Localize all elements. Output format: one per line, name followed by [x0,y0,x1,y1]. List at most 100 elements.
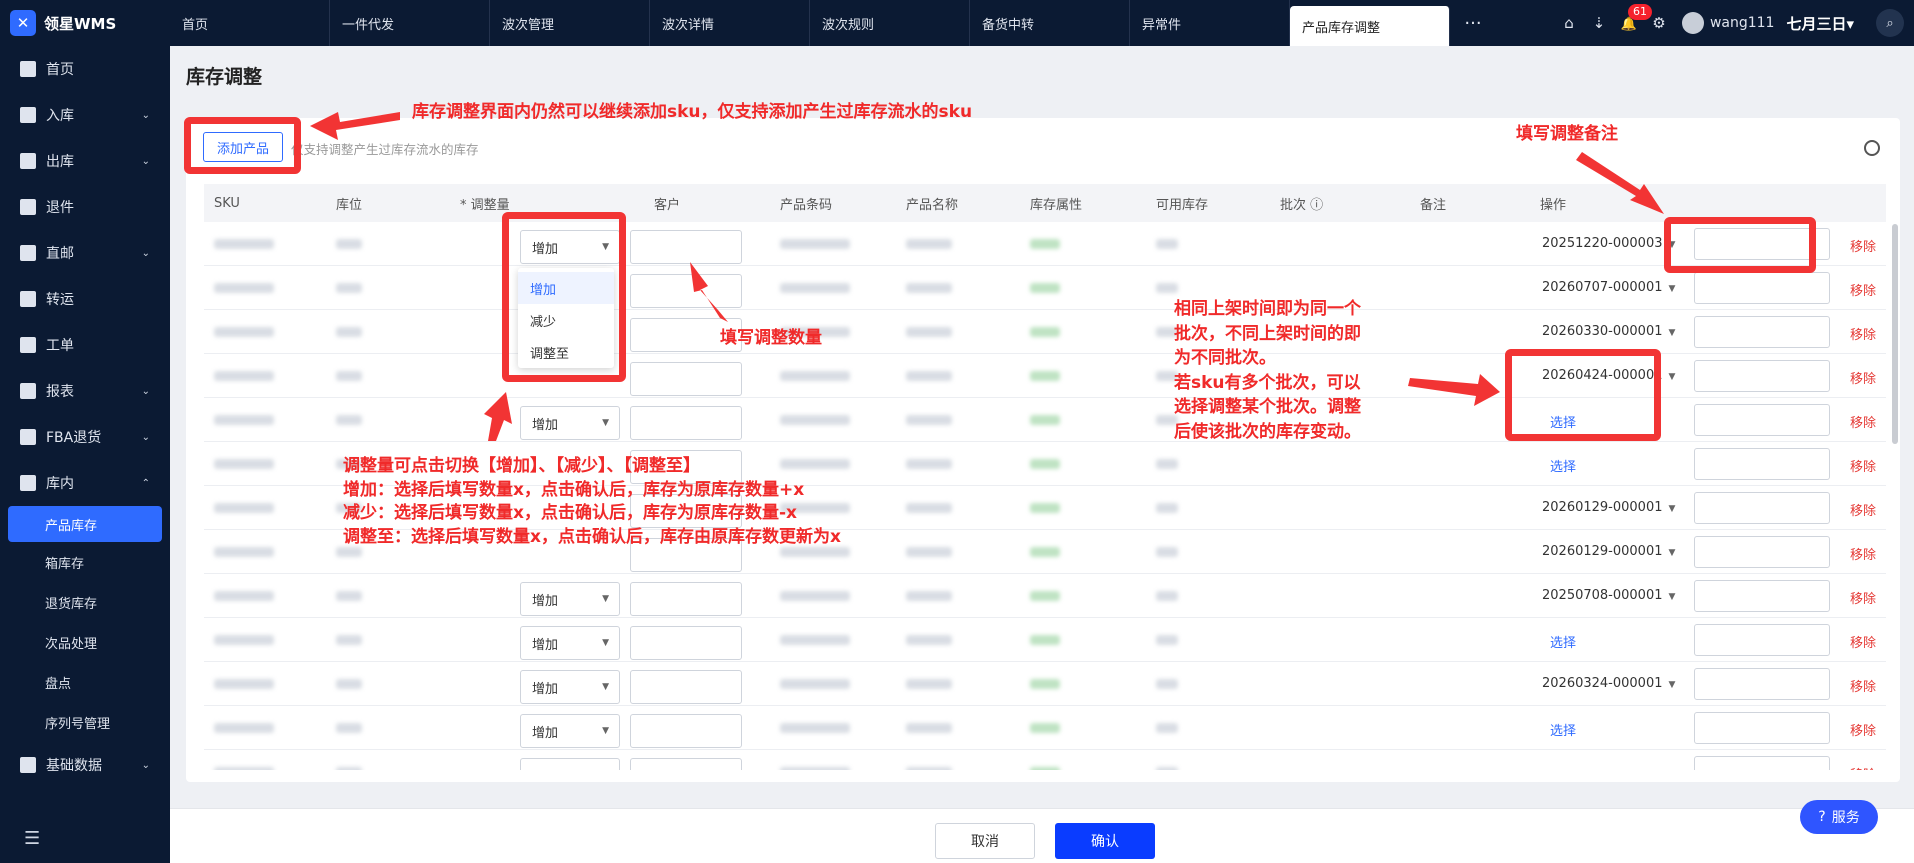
remove-link[interactable]: 移除 [1850,456,1876,475]
search-icon[interactable]: ⌕ [1876,9,1904,37]
batch-select[interactable]: 20260424-000001 ▼ [1542,368,1675,383]
sidebar-item-6[interactable]: 工单 [0,322,170,368]
sidebar-item-0[interactable]: 首页 [0,46,170,92]
dropdown-option-0[interactable]: 增加 [518,272,614,304]
batch-select[interactable]: 20250708-000001 ▼ [1542,588,1675,603]
confirm-button[interactable]: 确认 [1055,823,1155,859]
batch-select[interactable]: 20251220-000003 ▼ [1542,236,1675,251]
select-batch-link[interactable]: 选择 [1550,412,1576,431]
tab-7[interactable]: 产品库存调整 [1290,6,1450,46]
sidebar-item-9[interactable]: 库内 ⌃ [0,460,170,506]
remove-link[interactable]: 移除 [1850,720,1876,739]
dropdown-option-2[interactable]: 调整至 [518,336,614,368]
chevron-icon: ⌄ [141,431,150,443]
sidebar-item-7[interactable]: 报表 ⌄ [0,368,170,414]
adjust-type-select[interactable]: 增加▼ [520,230,620,264]
settings-icon[interactable]: ⚙ [1644,14,1674,32]
cancel-button[interactable]: 取消 [935,823,1035,859]
remark-input[interactable] [1694,272,1830,304]
remove-link[interactable]: 移除 [1850,280,1876,299]
remark-input[interactable] [1694,624,1830,656]
dropdown-option-1[interactable]: 减少 [518,304,614,336]
download-icon[interactable]: ⇣ [1584,14,1614,32]
remove-link[interactable]: 移除 [1850,676,1876,695]
more-tabs-icon[interactable]: ··· [1450,0,1496,46]
remark-input[interactable] [1694,448,1830,480]
quantity-input[interactable] [630,406,742,440]
batch-select[interactable]: 20260129-000001 ▼ [1542,500,1675,515]
batch-select[interactable]: 20260330-000001 ▼ [1542,324,1675,339]
adjust-type-select[interactable]: 增加▼ [520,626,620,660]
tab-0[interactable]: 首页 [170,0,330,46]
remove-link[interactable]: 移除 [1850,764,1876,770]
sidebar-item-1[interactable]: 入库 ⌄ [0,92,170,138]
remove-link[interactable]: 移除 [1850,544,1876,563]
tab-2[interactable]: 波次管理 [490,0,650,46]
column-settings-icon[interactable] [1864,140,1880,156]
remove-link[interactable]: 移除 [1850,632,1876,651]
remark-input[interactable] [1694,316,1830,348]
sidebar-subitem-4[interactable]: 盘点 [0,662,170,702]
service-button[interactable]: ? 服务 [1800,800,1878,834]
remark-input[interactable] [1694,668,1830,700]
adjust-type-select[interactable]: 增加▼ [520,582,620,616]
date-selector[interactable]: 七月三日▾ [1786,13,1854,34]
tab-4[interactable]: 波次规则 [810,0,970,46]
sidebar-item-base-data[interactable]: 基础数据 ⌄ [0,742,170,788]
tab-6[interactable]: 异常件 [1130,0,1290,46]
tab-3[interactable]: 波次详情 [650,0,810,46]
quantity-input[interactable] [630,714,742,748]
sidebar-item-8[interactable]: FBA退货 ⌄ [0,414,170,460]
adjust-type-select[interactable]: 增加▼ [520,670,620,704]
user-menu[interactable]: wang111 [1681,12,1774,34]
remark-input[interactable] [1694,404,1830,436]
adjust-type-select[interactable]: 增加▼ [520,714,620,748]
inbox-icon[interactable]: ⌂ [1554,14,1584,32]
remove-link[interactable]: 移除 [1850,500,1876,519]
tab-1[interactable]: 一件代发 [330,0,490,46]
sidebar-item-5[interactable]: 转运 [0,276,170,322]
batch-select[interactable]: 20260129-000001 ▼ [1542,544,1675,559]
remove-link[interactable]: 移除 [1850,368,1876,387]
sidebar-subitem-3[interactable]: 次品处理 [0,622,170,662]
remove-link[interactable]: 移除 [1850,588,1876,607]
outbound-icon [20,153,36,169]
batch-select[interactable]: 20260324-000001 ▼ [1542,676,1675,691]
remove-link[interactable]: 移除 [1850,412,1876,431]
tab-5[interactable]: 备货中转 [970,0,1130,46]
remark-input[interactable] [1694,360,1830,392]
add-product-button[interactable]: 添加产品 [203,132,283,162]
table-scrollbar[interactable] [1892,224,1898,444]
remark-input[interactable] [1694,756,1830,770]
sidebar-subitem-0[interactable]: 产品库存 [8,506,162,542]
quantity-input[interactable] [630,230,742,264]
quantity-input[interactable] [630,670,742,704]
quantity-input[interactable] [630,758,742,770]
sidebar-subitem-1[interactable]: 箱库存 [0,542,170,582]
remove-link[interactable]: 移除 [1850,236,1876,255]
adjust-type-select[interactable]: 增加▼ [520,406,620,440]
remark-input[interactable] [1694,580,1830,612]
remark-input[interactable] [1694,492,1830,524]
select-batch-link[interactable]: 选择 [1550,456,1576,475]
remark-input[interactable] [1694,712,1830,744]
sidebar-subitem-5[interactable]: 序列号管理 [0,702,170,742]
quantity-input[interactable] [630,626,742,660]
quantity-input[interactable] [630,274,742,308]
bell-icon[interactable]: 🔔 61 [1614,4,1652,32]
remove-link[interactable]: 移除 [1850,324,1876,343]
sidebar-item-4[interactable]: 直邮 ⌄ [0,230,170,276]
sidebar-item-2[interactable]: 出库 ⌄ [0,138,170,184]
remark-input[interactable] [1694,228,1830,260]
batch-select[interactable]: 20260707-000001 ▼ [1542,280,1675,295]
remark-input[interactable] [1694,536,1830,568]
sidebar-subitem-2[interactable]: 退货库存 [0,582,170,622]
adjust-type-select[interactable]: 增加▼ [520,758,620,770]
select-batch-link[interactable]: 选择 [1550,632,1576,651]
sidebar-item-3[interactable]: 退件 [0,184,170,230]
collapse-sidebar-icon[interactable]: ☰ [24,828,40,849]
quantity-input[interactable] [630,582,742,616]
logo[interactable]: ✕ 领星WMS [0,0,170,46]
select-batch-link[interactable]: 选择 [1550,720,1576,739]
quantity-input[interactable] [630,362,742,396]
